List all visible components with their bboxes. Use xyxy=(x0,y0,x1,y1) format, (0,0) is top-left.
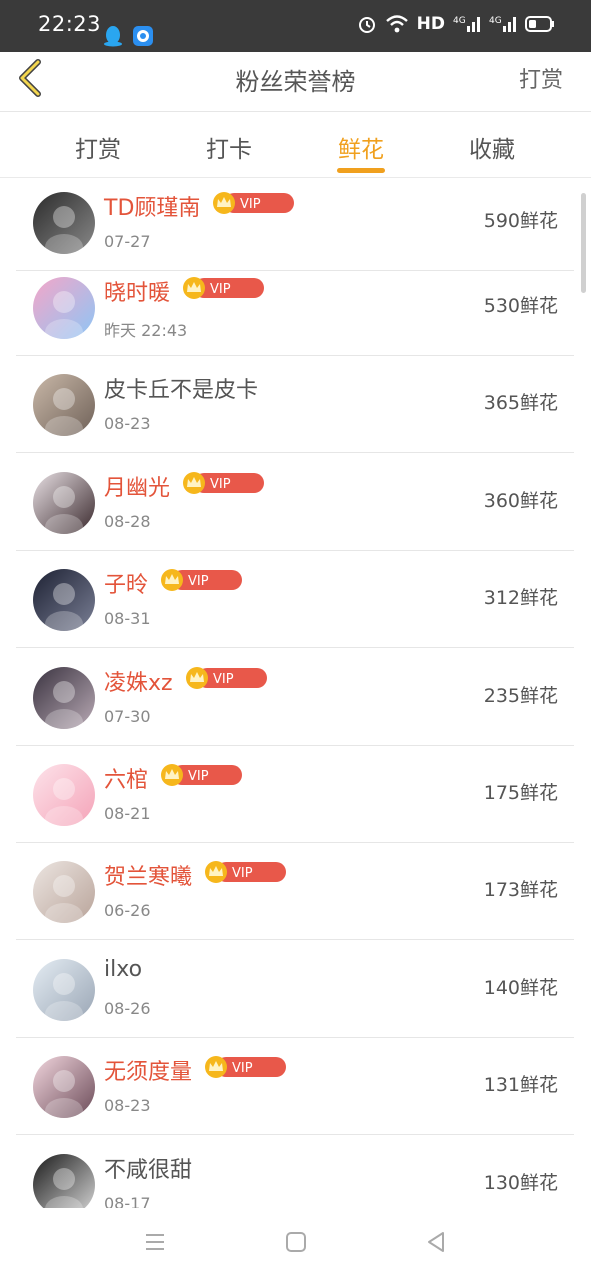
home-icon[interactable] xyxy=(284,1230,308,1254)
fan-date: 08-23 xyxy=(104,1096,151,1115)
app-icon xyxy=(133,26,153,46)
scrollbar[interactable] xyxy=(581,193,586,293)
svg-text:VIP: VIP xyxy=(213,672,234,687)
avatar[interactable] xyxy=(33,861,95,923)
signal-icon: 4G xyxy=(453,16,480,32)
avatar[interactable] xyxy=(33,667,95,729)
svg-text:VIP: VIP xyxy=(210,477,231,492)
avatar[interactable] xyxy=(33,959,95,1021)
back-nav-icon[interactable] xyxy=(424,1230,448,1254)
fan-date: 06-26 xyxy=(104,901,151,920)
flower-count: 530鲜花 xyxy=(483,295,558,317)
fan-row[interactable]: 子昤 VIP 08-31 312鲜花 xyxy=(16,551,574,648)
avatar[interactable] xyxy=(33,764,95,826)
fan-row[interactable]: TD顾瑾南 VIP 07-27 590鲜花 xyxy=(16,178,574,271)
fan-row[interactable]: ilxo 08-26 140鲜花 xyxy=(16,941,574,1038)
fan-name[interactable]: 贺兰寒曦 xyxy=(104,859,192,891)
status-bar: 22:23 HD 4G 4G xyxy=(0,0,591,52)
avatar[interactable] xyxy=(33,472,95,534)
avatar[interactable] xyxy=(33,192,95,254)
fan-date: 08-17 xyxy=(104,1194,151,1208)
tab-favorites[interactable]: 收藏 xyxy=(452,130,532,164)
fan-name[interactable]: 六棺 xyxy=(104,762,148,794)
svg-text:4G: 4G xyxy=(453,16,466,26)
fan-row[interactable]: 凌姝xz VIP 07-30 235鲜花 xyxy=(16,649,574,746)
hd-indicator: HD xyxy=(416,14,445,34)
flower-count: 365鲜花 xyxy=(483,392,558,414)
fan-date: 08-26 xyxy=(104,999,151,1018)
fan-row[interactable]: 贺兰寒曦 VIP 06-26 173鲜花 xyxy=(16,843,574,940)
svg-text:VIP: VIP xyxy=(232,866,253,881)
header: 粉丝荣誉榜 打赏 xyxy=(0,52,591,112)
fan-name[interactable]: 凌姝xz xyxy=(104,665,173,697)
avatar[interactable] xyxy=(33,374,95,436)
svg-text:4G: 4G xyxy=(489,16,502,26)
alarm-icon xyxy=(358,17,375,33)
fan-name[interactable]: 晓时暖 xyxy=(104,275,170,307)
fan-row[interactable]: 晓时暖 VIP 昨天 22:43 530鲜花 xyxy=(16,259,574,356)
fan-row[interactable]: 皮卡丘不是皮卡 08-23 365鲜花 xyxy=(16,356,574,453)
fan-row[interactable]: 不咸很甜 08-17 130鲜花 xyxy=(16,1136,574,1208)
flower-count: 590鲜花 xyxy=(483,210,558,232)
signal-icon-2: 4G xyxy=(489,16,516,32)
fan-name[interactable]: 子昤 xyxy=(104,567,148,599)
fan-date: 08-21 xyxy=(104,804,151,823)
menu-icon[interactable] xyxy=(143,1230,167,1254)
vip-badge: VIP xyxy=(202,1055,288,1078)
vip-badge: VIP xyxy=(180,471,266,494)
qq-icon xyxy=(104,26,122,47)
tab-reward[interactable]: 打赏 xyxy=(58,130,138,164)
reward-button[interactable]: 打赏 xyxy=(519,62,563,94)
flower-count: 175鲜花 xyxy=(483,782,558,804)
avatar[interactable] xyxy=(33,277,95,339)
fan-name[interactable]: 月幽光 xyxy=(104,470,170,502)
tab-bar: 打赏 打卡 鲜花 收藏 xyxy=(0,112,591,178)
system-nav-bar xyxy=(0,1208,591,1280)
page-title: 粉丝荣誉榜 xyxy=(235,68,356,96)
flower-count: 173鲜花 xyxy=(483,879,558,901)
vip-badge: VIP xyxy=(158,568,244,591)
fan-name[interactable]: TD顾瑾南 xyxy=(104,190,200,222)
avatar[interactable] xyxy=(33,569,95,631)
flower-count: 131鲜花 xyxy=(483,1074,558,1096)
fan-name[interactable]: ilxo xyxy=(104,957,142,982)
avatar[interactable] xyxy=(33,1154,95,1208)
vip-badge: VIP xyxy=(202,860,288,883)
fan-date: 昨天 22:43 xyxy=(104,321,188,340)
fan-list[interactable]: TD顾瑾南 VIP 07-27 590鲜花 晓时暖 VIP 昨天 22:43 530… xyxy=(0,178,591,1208)
svg-text:VIP: VIP xyxy=(232,1061,253,1076)
fan-row[interactable]: 六棺 VIP 08-21 175鲜花 xyxy=(16,746,574,843)
battery-icon xyxy=(525,16,554,32)
flower-count: 130鲜花 xyxy=(483,1172,558,1194)
fan-date: 08-23 xyxy=(104,414,151,433)
svg-text:VIP: VIP xyxy=(210,282,231,297)
flower-count: 140鲜花 xyxy=(483,977,558,999)
svg-text:VIP: VIP xyxy=(188,769,209,784)
tab-checkin[interactable]: 打卡 xyxy=(189,130,269,164)
vip-badge: VIP xyxy=(180,276,266,299)
flower-count: 312鲜花 xyxy=(483,587,558,609)
tab-indicator xyxy=(337,168,385,173)
fan-date: 07-30 xyxy=(104,707,151,726)
flower-count: 235鲜花 xyxy=(483,685,558,707)
avatar[interactable] xyxy=(33,1056,95,1118)
vip-badge: VIP xyxy=(158,763,244,786)
vip-badge: VIP xyxy=(183,666,269,689)
fan-row[interactable]: 无须度量 VIP 08-23 131鲜花 xyxy=(16,1038,574,1135)
fan-name[interactable]: 皮卡丘不是皮卡 xyxy=(104,372,258,404)
fan-date: 08-28 xyxy=(104,512,151,531)
fan-date: 07-27 xyxy=(104,232,151,251)
fan-date: 08-31 xyxy=(104,609,151,628)
flower-count: 360鲜花 xyxy=(483,490,558,512)
tab-flowers[interactable]: 鲜花 xyxy=(321,130,401,164)
svg-text:VIP: VIP xyxy=(188,574,209,589)
fan-name[interactable]: 不咸很甜 xyxy=(104,1152,192,1184)
status-time: 22:23 xyxy=(38,12,102,36)
fan-row[interactable]: 月幽光 VIP 08-28 360鲜花 xyxy=(16,454,574,551)
vip-badge: VIP xyxy=(210,191,296,214)
wifi-icon xyxy=(385,15,408,33)
svg-text:VIP: VIP xyxy=(240,197,261,212)
fan-name[interactable]: 无须度量 xyxy=(104,1054,192,1086)
